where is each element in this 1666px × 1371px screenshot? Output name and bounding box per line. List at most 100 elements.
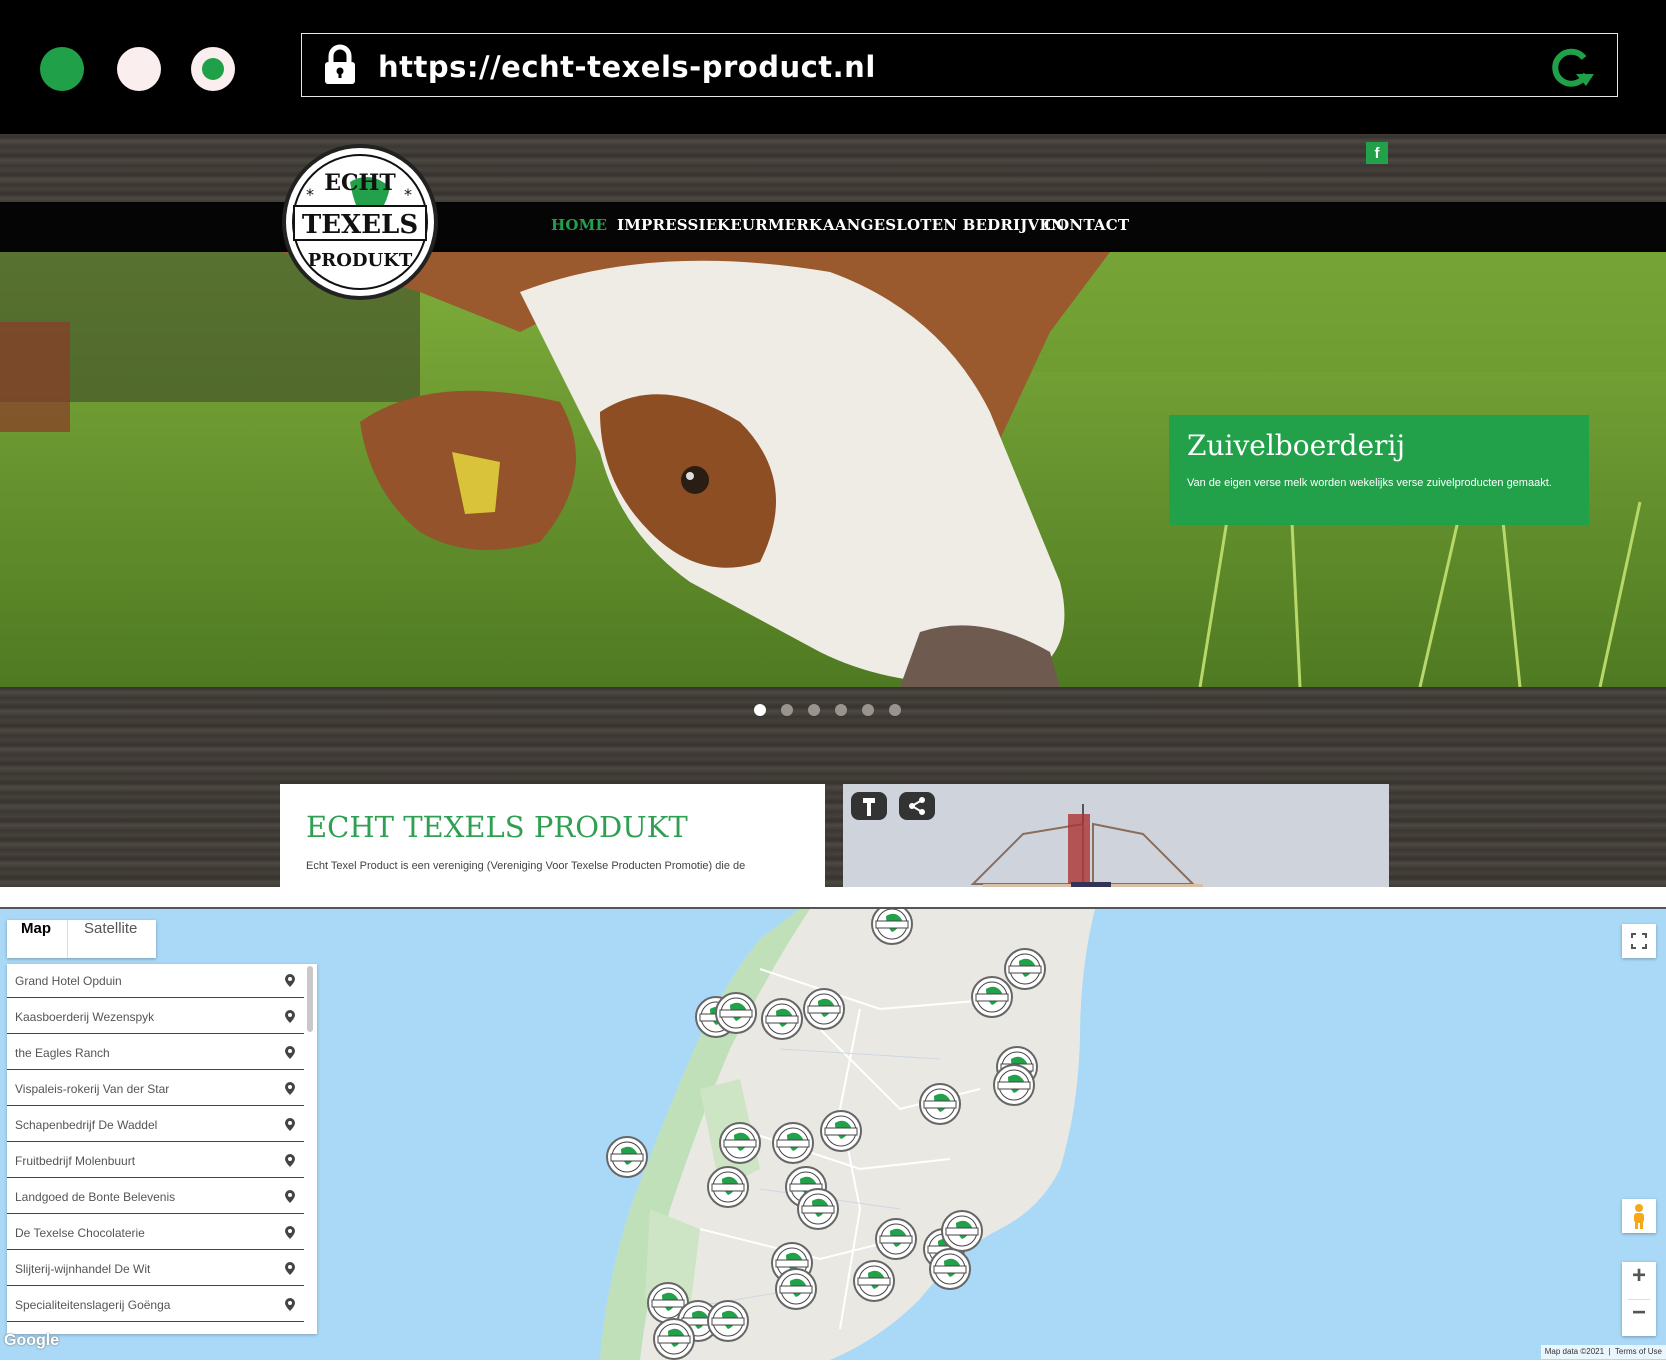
logo-text-middle: TEXELS [302, 210, 418, 240]
browser-chrome: https://echt-texels-product.nl [0, 0, 1666, 134]
map-marker[interactable] [715, 992, 757, 1034]
share-icon[interactable] [899, 792, 935, 820]
window-close-button[interactable] [40, 47, 84, 91]
list-item[interactable]: Kaasboerderij Wezenspyk [7, 1000, 304, 1034]
window-minimize-button[interactable] [117, 47, 161, 91]
map-pin-icon [285, 1046, 295, 1059]
map-marker[interactable] [606, 1136, 648, 1178]
map-marker[interactable] [919, 1083, 961, 1125]
list-item[interactable]: Schapenbedrijf De Waddel [7, 1108, 304, 1142]
map-marker[interactable] [775, 1268, 817, 1310]
map-marker[interactable] [871, 909, 913, 945]
map-marker[interactable] [875, 1218, 917, 1260]
list-item[interactable]: Landgoed de Bonte Belevenis [7, 1180, 304, 1214]
map-marker[interactable] [941, 1210, 983, 1252]
svg-text:*: * [306, 185, 314, 204]
map-marker[interactable] [929, 1248, 971, 1290]
map-pin-icon [285, 974, 295, 987]
slider-dot[interactable] [781, 704, 793, 716]
location-name: Fruitbedrijf Molenbuurt [15, 1154, 136, 1168]
map-marker[interactable] [707, 1300, 749, 1342]
slide-caption: Zuivelboerderij Van de eigen verse melk … [1169, 415, 1589, 525]
zoom-in-button[interactable]: + [1622, 1262, 1656, 1299]
map-marker[interactable] [797, 1188, 839, 1230]
lock-icon [325, 44, 355, 84]
list-item[interactable]: the Eagles Ranch [7, 1036, 304, 1070]
slider-dot[interactable] [808, 704, 820, 716]
terms-link[interactable]: Terms of Use [1615, 1347, 1662, 1356]
map-marker[interactable] [653, 1318, 695, 1360]
slider-dot[interactable] [889, 704, 901, 716]
map-marker[interactable] [820, 1110, 862, 1152]
location-name: Grand Hotel Opduin [15, 974, 122, 988]
logo-text-top: ECHT [324, 170, 396, 196]
video-logo-icon[interactable] [851, 792, 887, 820]
map-pin-icon [285, 1262, 295, 1275]
map-marker[interactable] [971, 976, 1013, 1018]
map-marker[interactable] [803, 988, 845, 1030]
nav-contact[interactable]: CONTACT [1044, 216, 1129, 234]
intro-card: ECHT TEXELS PRODUKT Echt Texel Product i… [280, 784, 825, 887]
map-pin-icon [285, 1082, 295, 1095]
map-tab-map[interactable]: Map [21, 920, 51, 958]
window-maximize-button[interactable] [191, 47, 235, 91]
map-attribution: Map data ©2021 | Terms of Use [1540, 1345, 1666, 1359]
list-item[interactable]: Vispaleis-rokerij Van der Star [7, 1072, 304, 1106]
video-card[interactable] [843, 784, 1389, 887]
zoom-out-button[interactable]: − [1622, 1299, 1656, 1336]
map-pin-icon [285, 1190, 295, 1203]
map-tab-satellite[interactable]: Satellite [84, 920, 137, 958]
intro-title: ECHT TEXELS PRODUKT [306, 810, 688, 844]
location-name: De Texelse Chocolaterie [15, 1226, 145, 1240]
website-hero: f ECHT TEXELS PRODUKT * * HOME IMPRESSIE… [0, 134, 1666, 887]
facebook-icon[interactable]: f [1366, 142, 1388, 164]
location-name: Kaasboerderij Wezenspyk [15, 1010, 155, 1024]
logo-text-bottom: PRODUKT [308, 250, 413, 271]
list-item[interactable]: Grand Hotel Opduin [7, 964, 304, 998]
locations-list[interactable]: Grand Hotel Opduin Kaasboerderij Wezensp… [7, 964, 317, 1334]
map-marker[interactable] [1004, 948, 1046, 990]
list-item[interactable]: De Texelse Chocolaterie [7, 1216, 304, 1250]
street-view-button[interactable] [1622, 1199, 1656, 1233]
location-name: Landgoed de Bonte Belevenis [15, 1190, 176, 1204]
location-name: Vispaleis-rokerij Van der Star [15, 1082, 170, 1096]
map-pin-icon [285, 1154, 295, 1167]
list-item[interactable]: Specialiteitenslagerij Goënga [7, 1288, 304, 1322]
slider-dot[interactable] [754, 704, 766, 716]
map-marker[interactable] [993, 1064, 1035, 1106]
map-pin-icon [285, 1118, 295, 1131]
list-item[interactable]: Slijterij-wijnhandel De Wit [7, 1252, 304, 1286]
nav-home[interactable]: HOME [551, 216, 607, 234]
zoom-control: + − [1622, 1262, 1656, 1336]
svg-text:*: * [404, 185, 412, 204]
url-text: https://echt-texels-product.nl [378, 50, 876, 84]
map-type-control: Map Satellite [7, 920, 156, 958]
slide-caption-text: Van de eigen verse melk worden wekelijks… [1187, 477, 1552, 489]
list-item[interactable]: Fruitbedrijf Molenbuurt [7, 1144, 304, 1178]
map-marker[interactable] [719, 1122, 761, 1164]
locations-map[interactable]: Map Satellite Grand Hotel Opduin Kaasboe… [0, 907, 1666, 1360]
location-name: Specialiteitenslagerij Goënga [15, 1298, 171, 1312]
slider-dot[interactable] [835, 704, 847, 716]
slider-dot[interactable] [862, 704, 874, 716]
nav-impressie[interactable]: IMPRESSIE [617, 216, 717, 234]
reload-icon[interactable] [1546, 44, 1596, 90]
location-name: Schapenbedrijf De Waddel [15, 1118, 158, 1132]
map-marker[interactable] [853, 1260, 895, 1302]
google-logo[interactable]: Google [4, 1332, 59, 1350]
pegman-icon [1634, 1204, 1644, 1229]
fullscreen-icon [1631, 933, 1647, 949]
fullscreen-button[interactable] [1622, 924, 1656, 958]
map-marker[interactable] [772, 1122, 814, 1164]
nav-aangesloten-bedrijven[interactable]: AANGESLOTEN BEDRIJVEN [823, 216, 1065, 234]
location-name: the Eagles Ranch [15, 1046, 110, 1060]
map-pin-icon [285, 1226, 295, 1239]
intro-text: Echt Texel Product is een vereniging (Ve… [306, 860, 746, 872]
nav-keurmerk[interactable]: KEURMERK [717, 216, 822, 234]
slide-caption-title: Zuivelboerderij [1187, 429, 1406, 462]
echt-texels-produkt-logo[interactable]: ECHT TEXELS PRODUKT * * [280, 142, 440, 302]
map-marker[interactable] [761, 998, 803, 1040]
map-pin-icon [285, 1298, 295, 1311]
list-scrollbar[interactable] [307, 966, 313, 1032]
map-marker[interactable] [707, 1166, 749, 1208]
